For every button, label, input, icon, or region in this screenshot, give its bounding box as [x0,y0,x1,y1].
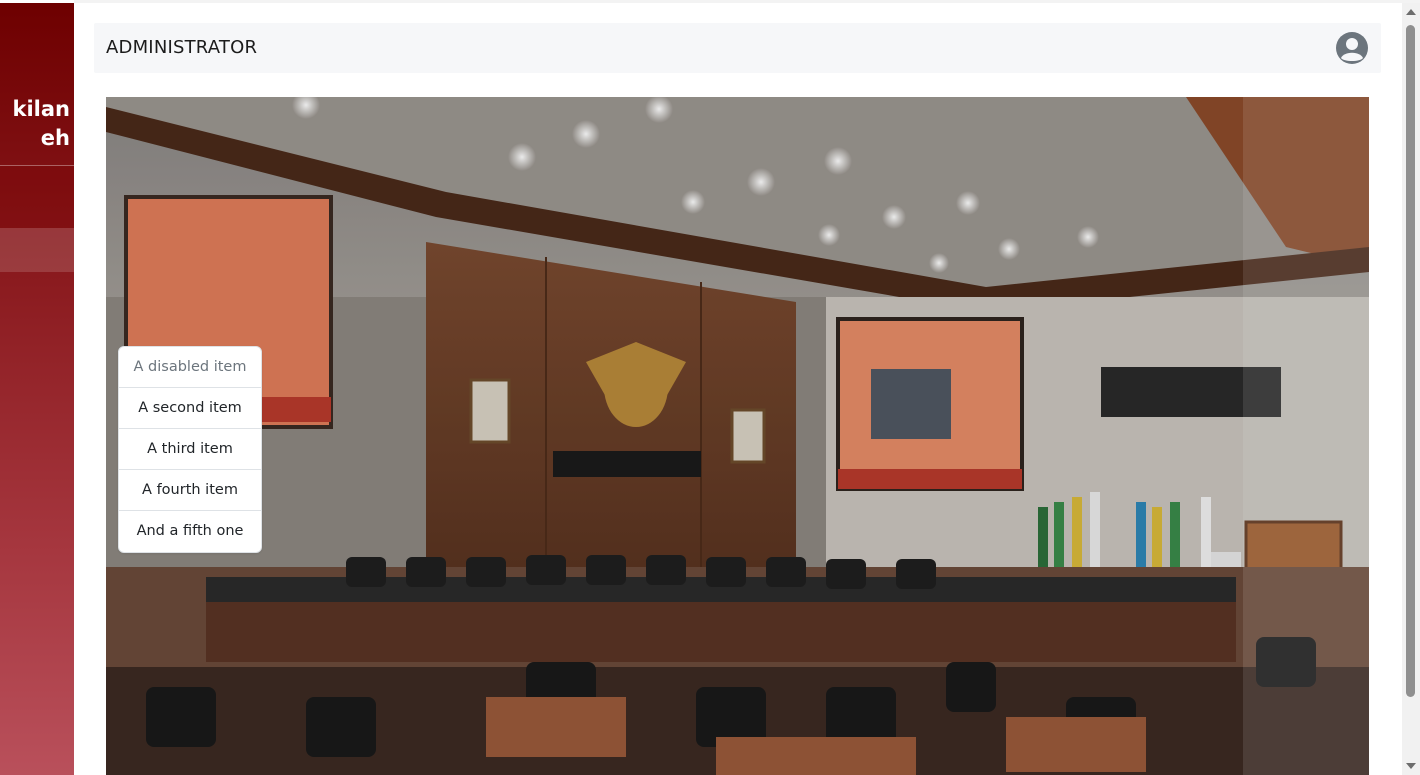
sidebar-item-active[interactable] [0,228,74,272]
list-item-fifth[interactable]: And a fifth one [119,511,261,552]
parliament-chamber-photo [106,97,1369,775]
list-item-third[interactable]: A third item [119,429,261,470]
page-title: ADMINISTRATOR [106,37,258,58]
vertical-scrollbar[interactable] [1402,3,1420,775]
list-item-second[interactable]: A second item [119,388,261,429]
brand-title[interactable]: kilan eh [0,95,70,153]
user-circle-icon[interactable] [1335,31,1369,65]
scroll-up-arrow-icon[interactable] [1406,9,1416,15]
list-group: A disabled item A second item A third it… [118,346,262,553]
brand-line-2: eh [40,126,70,150]
scroll-thumb[interactable] [1406,25,1415,697]
scroll-down-arrow-icon[interactable] [1406,763,1416,769]
top-border [74,0,1420,3]
sidebar-section [0,166,74,228]
list-item-fourth[interactable]: A fourth item [119,470,261,511]
list-item-disabled: A disabled item [119,347,261,388]
chamber-illustration [106,97,1369,775]
page-header: ADMINISTRATOR [94,23,1381,73]
sidebar: kilan eh [0,3,74,775]
brand-line-1: kilan [12,97,70,121]
